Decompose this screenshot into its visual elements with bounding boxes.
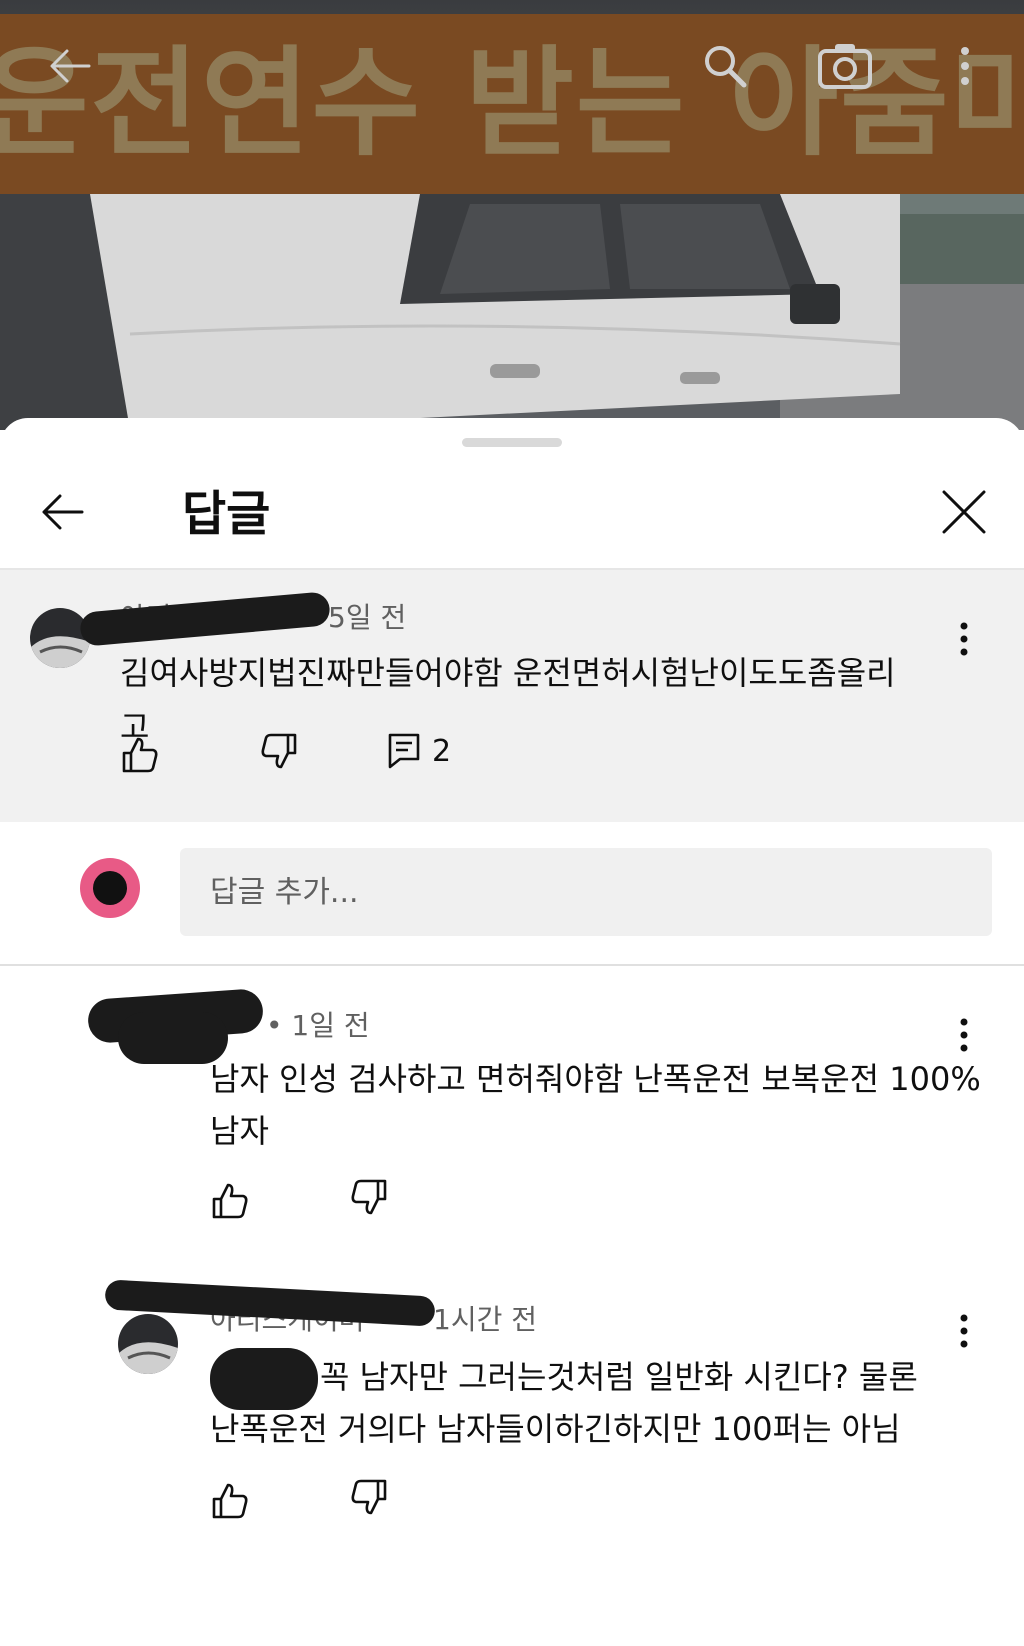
sheet-title: 답글 <box>182 486 271 542</box>
comment-more-button[interactable] <box>944 1306 984 1356</box>
avatar[interactable] <box>118 1314 178 1374</box>
dislike-button[interactable] <box>344 1172 394 1222</box>
mention-redaction <box>210 1348 318 1410</box>
close-icon <box>942 490 986 534</box>
like-button[interactable] <box>205 1476 255 1526</box>
thumbs-up-icon <box>212 1183 248 1219</box>
thumbs-down-icon <box>261 733 297 769</box>
thumbs-up-icon <box>122 737 158 773</box>
more-vertical-icon <box>961 47 969 85</box>
like-button[interactable] <box>115 730 165 780</box>
arrow-left-icon <box>42 494 84 530</box>
video-camera-button[interactable] <box>815 36 875 96</box>
car-image <box>0 194 1024 430</box>
like-button[interactable] <box>205 1176 255 1226</box>
reply-comment: • 1일 전 남자 인성 검사하고 면허줘야함 난폭운전 보복운전 100% 남… <box>0 966 1024 1266</box>
thumbs-up-icon <box>212 1483 248 1519</box>
sheet-back-button[interactable] <box>34 484 90 540</box>
more-vertical-icon <box>960 1018 968 1052</box>
reply-input[interactable] <box>180 848 992 936</box>
more-vertical-icon <box>960 1314 968 1348</box>
comment-time: • 1일 전 <box>266 1009 370 1042</box>
comment-more-button[interactable] <box>944 1010 984 1060</box>
sheet-header: 답글 <box>0 458 1024 568</box>
sheet-close-button[interactable] <box>934 482 994 542</box>
reply-count[interactable]: 2 <box>432 732 451 772</box>
reply-comment: 아리스게이머 1시간 전 꼭 남자만 그러는것처럼 일반화 시킨다? 물론 난폭… <box>0 1266 1024 1586</box>
comment-more-button[interactable] <box>944 614 984 664</box>
drag-handle[interactable] <box>462 438 562 447</box>
video-player[interactable]: 운전연수 받는 아줌마 <box>0 0 1024 430</box>
parent-comment: 아리스 5일 전 김여사방지법진짜만들어야함 운전면허시험난이도도좀올리고 2 <box>0 570 1024 822</box>
more-vertical-icon <box>960 622 968 656</box>
add-reply-row <box>0 822 1024 964</box>
dislike-button[interactable] <box>344 1472 394 1522</box>
avatar-image <box>118 1314 178 1374</box>
camera-icon <box>818 44 872 89</box>
comment-text-line1: 꼭 남자만 그러는것처럼 일반화 시킨다? 물론 <box>320 1358 918 1396</box>
search-icon <box>705 46 747 88</box>
arrow-left-icon <box>50 49 91 83</box>
comment-time: 1시간 전 <box>433 1303 537 1336</box>
comment-text-line2: 남자 <box>210 1112 269 1150</box>
user-avatar-inner <box>93 871 127 905</box>
video-back-button[interactable] <box>40 36 100 96</box>
comment-text: 김여사방지법진짜만들어야함 운전면허시험난이도도좀올리고 <box>120 654 896 746</box>
video-more-button[interactable] <box>935 36 995 96</box>
comment-icon <box>388 733 420 769</box>
comment-time: 5일 전 <box>328 601 407 634</box>
thumbs-down-icon <box>351 1479 387 1515</box>
avatar[interactable] <box>30 608 90 668</box>
video-search-button[interactable] <box>695 36 755 96</box>
replies-button[interactable] <box>379 726 429 776</box>
replies-sheet: 답글 아리스 5일 전 김여사방지법진짜만들어야함 운전면허시험난이도도좀올리고 <box>0 418 1024 1646</box>
avatar-image <box>30 608 90 668</box>
comment-text-line2: 난폭운전 거의다 남자들이하긴하지만 100퍼는 아님 <box>210 1410 901 1448</box>
dislike-button[interactable] <box>254 726 304 776</box>
comment-text-line1: 남자 인성 검사하고 면허줘야함 난폭운전 보복운전 100% <box>210 1060 981 1098</box>
author-redaction <box>78 591 332 647</box>
thumbs-down-icon <box>351 1179 387 1215</box>
user-avatar <box>80 858 140 918</box>
